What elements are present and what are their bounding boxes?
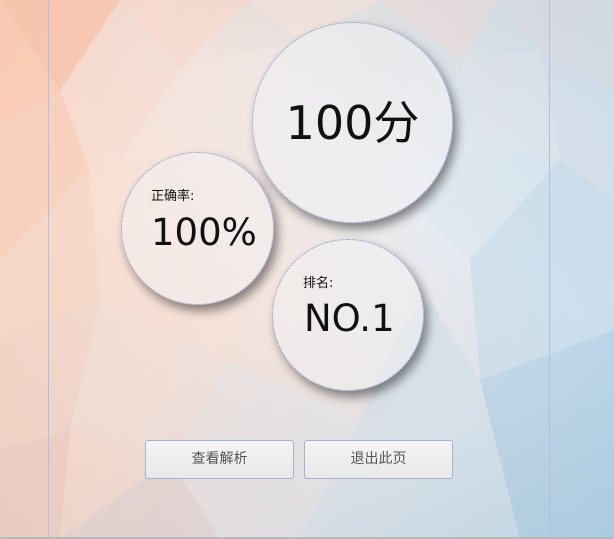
accuracy-value: 100% [151,211,257,254]
view-analysis-button[interactable]: 查看解析 [145,440,294,479]
result-page: 100分 正确率: 100% 排名: NO.1 查看解析 退出此页 [0,0,614,539]
exit-page-button[interactable]: 退出此页 [304,440,453,479]
rank-label: 排名: [303,276,334,291]
rank-value: NO.1 [304,297,395,340]
accuracy-circle: 正确率: 100% [121,152,274,305]
rank-circle: 排名: NO.1 [272,239,424,391]
accuracy-label: 正确率: [151,189,195,204]
score-value: 100分 [285,96,420,150]
score-circle: 100分 [252,22,453,223]
